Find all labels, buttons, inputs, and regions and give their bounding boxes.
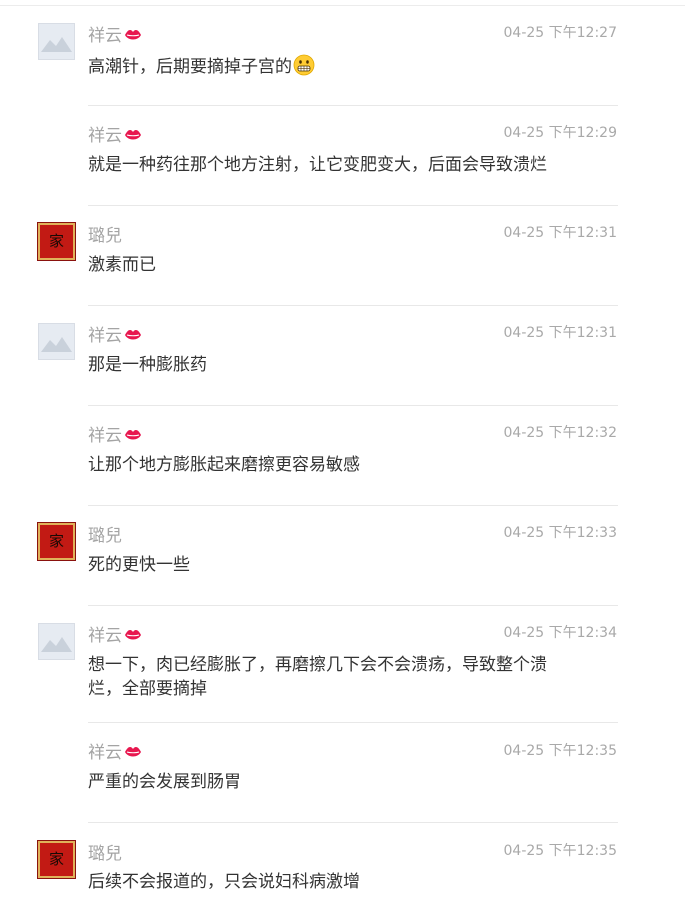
comment-divider xyxy=(88,822,618,823)
username[interactable]: 祥云 xyxy=(88,26,142,46)
username[interactable]: 祥云 xyxy=(88,626,142,646)
grimacing-face-emoji-icon xyxy=(293,54,315,76)
timestamp: 04-25 下午12:27 xyxy=(503,25,617,41)
comment-text: 激素而已 xyxy=(88,255,156,275)
top-divider xyxy=(0,5,685,6)
username[interactable]: 璐兒 xyxy=(88,226,122,246)
username[interactable]: 祥云 xyxy=(88,126,142,146)
comment-divider xyxy=(88,205,618,206)
lips-emoji-icon xyxy=(125,130,141,140)
image-placeholder-icon xyxy=(41,637,72,652)
avatar[interactable]: 家 xyxy=(38,223,75,260)
comment-divider xyxy=(88,722,618,723)
avatar[interactable] xyxy=(38,323,75,360)
timestamp: 04-25 下午12:35 xyxy=(503,843,617,859)
comment-text: 那是一种膨胀药 xyxy=(88,355,207,375)
comment-text: 想一下，肉已经膨胀了，再磨擦几下会不会溃疡，导致整个溃烂，全部要摘掉 xyxy=(88,655,547,699)
comment-divider xyxy=(88,605,618,606)
avatar[interactable] xyxy=(38,623,75,660)
username[interactable]: 祥云 xyxy=(88,426,142,446)
username[interactable]: 璐兒 xyxy=(88,526,122,546)
seal-character: 家 xyxy=(48,232,64,250)
timestamp: 04-25 下午12:33 xyxy=(503,525,617,541)
image-placeholder-icon xyxy=(41,37,72,52)
comment-divider xyxy=(88,105,618,106)
comment-text: 就是一种药往那个地方注射，让它变肥变大，后面会导致溃烂 xyxy=(88,155,547,175)
avatar[interactable] xyxy=(38,23,75,60)
comment-divider xyxy=(88,405,618,406)
timestamp: 04-25 下午12:31 xyxy=(503,225,617,241)
username[interactable]: 祥云 xyxy=(88,743,142,763)
lips-emoji-icon xyxy=(125,330,141,340)
comment-text: 严重的会发展到肠胃 xyxy=(88,772,241,792)
seal-character: 家 xyxy=(48,532,64,550)
seal-character: 家 xyxy=(48,850,64,868)
lips-emoji-icon xyxy=(125,630,141,640)
timestamp: 04-25 下午12:35 xyxy=(503,743,617,759)
avatar[interactable]: 家 xyxy=(38,523,75,560)
comment-text: 让那个地方膨胀起来磨擦更容易敏感 xyxy=(88,455,360,475)
comment-divider xyxy=(88,305,618,306)
image-placeholder-icon xyxy=(41,337,72,352)
avatar[interactable]: 家 xyxy=(38,841,75,878)
username[interactable]: 祥云 xyxy=(88,326,142,346)
lips-emoji-icon xyxy=(125,747,141,757)
lips-emoji-icon xyxy=(125,430,141,440)
timestamp: 04-25 下午12:34 xyxy=(503,625,617,641)
username[interactable]: 璐兒 xyxy=(88,844,122,864)
timestamp: 04-25 下午12:32 xyxy=(503,425,617,441)
comment-text: 后续不会报道的，只会说妇科病激增 xyxy=(88,872,360,892)
timestamp: 04-25 下午12:31 xyxy=(503,325,617,341)
timestamp: 04-25 下午12:29 xyxy=(503,125,617,141)
lips-emoji-icon xyxy=(125,30,141,40)
comment-divider xyxy=(88,505,618,506)
comment-text: 高潮针，后期要摘掉子宫的 xyxy=(88,54,568,79)
comment-text: 死的更快一些 xyxy=(88,555,190,575)
